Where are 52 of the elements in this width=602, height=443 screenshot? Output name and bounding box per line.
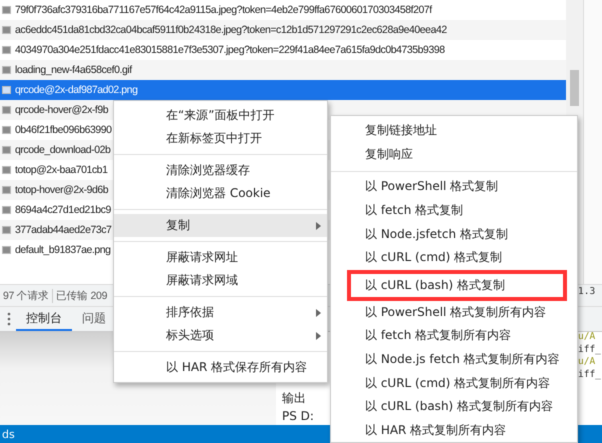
file-icon [2, 166, 11, 174]
menu-item[interactable]: 标头选项 [114, 324, 327, 347]
menu-item[interactable]: 清除浏览器 Cookie [114, 182, 327, 205]
status-text: 已传输 209 [54, 288, 108, 302]
menu-item[interactable]: 屏蔽请求网域 [114, 269, 327, 292]
menu-item[interactable]: 排序依据 [114, 301, 327, 324]
file-icon [2, 126, 11, 134]
menu-item[interactable]: 以 PowerShell 格式复制所有内容 [331, 300, 577, 324]
menu-item[interactable]: 以 Node.jsfetch 格式复制 [331, 222, 577, 246]
file-icon [2, 146, 11, 154]
menu-item[interactable]: 在新标签页中打开 [114, 127, 327, 150]
highlighted-menu-item[interactable]: 以 cURL (bash) 格式复制 [347, 270, 567, 301]
scroll-thumb[interactable] [570, 70, 579, 106]
request-row[interactable]: qrcode@2x-daf987ad02.png [0, 80, 566, 100]
terminal-text: u/A [578, 331, 596, 344]
drawer-tab[interactable]: 问题 [72, 307, 116, 331]
menu-item[interactable]: 清除浏览器缓存 [114, 159, 327, 182]
terminal-text: iff_ [578, 344, 601, 356]
menu-item[interactable]: 复制链接地址 [331, 119, 577, 143]
menu-item[interactable]: 复制 [114, 214, 327, 237]
menu-item[interactable]: 以 Node.js fetch 格式复制所有内容 [331, 348, 577, 372]
menu-item[interactable]: 以 PowerShell 格式复制 [331, 175, 577, 199]
menu-item[interactable]: 以 cURL (bash) 格式复制所有内容 [331, 394, 577, 419]
submenu-arrow-icon [316, 332, 321, 340]
file-icon [2, 226, 11, 234]
request-row[interactable]: loading_new-f4a658cef0.gif [0, 60, 566, 80]
terminal-text: iff_ [578, 368, 601, 381]
file-icon [2, 186, 11, 194]
request-row[interactable]: ac6eddc451da81cbd32ca04bcaf5911f0b24318e.jpeg?token=c12b1d571297291c2ec628a9e40eea42 [0, 20, 566, 40]
submenu-arrow-icon [316, 309, 321, 317]
menu-item[interactable]: 以 cURL (cmd) 格式复制所有内容 [331, 371, 577, 395]
terminal-text: u/A [578, 356, 596, 368]
menu-item[interactable]: 以 HAR 格式保存所有内容 [114, 356, 327, 379]
terminal-text: 1.3 [578, 286, 596, 299]
file-icon [2, 66, 11, 74]
menu-item[interactable]: 屏蔽请求网址 [114, 246, 327, 269]
file-icon [2, 26, 11, 34]
file-icon [2, 46, 11, 54]
file-icon [2, 246, 11, 254]
terminal-text: PS D: [282, 409, 314, 423]
file-icon [2, 6, 11, 14]
menu-item[interactable]: 在“来源”面板中打开 [114, 104, 327, 127]
status-text: 97 个请求 [0, 288, 53, 302]
menu-item[interactable]: 以 fetch 格式复制 [331, 198, 577, 222]
menu-item[interactable]: 以 cURL (cmd) 格式复制 [331, 246, 577, 270]
submenu-arrow-icon [316, 222, 321, 230]
file-icon [2, 106, 11, 114]
menu-item[interactable]: 以 fetch 格式复制所有内容 [331, 324, 577, 348]
file-icon [2, 86, 11, 94]
file-icon [2, 206, 11, 214]
menu-item[interactable]: 复制响应 [331, 142, 577, 166]
terminal-text: 输出 [282, 390, 306, 407]
